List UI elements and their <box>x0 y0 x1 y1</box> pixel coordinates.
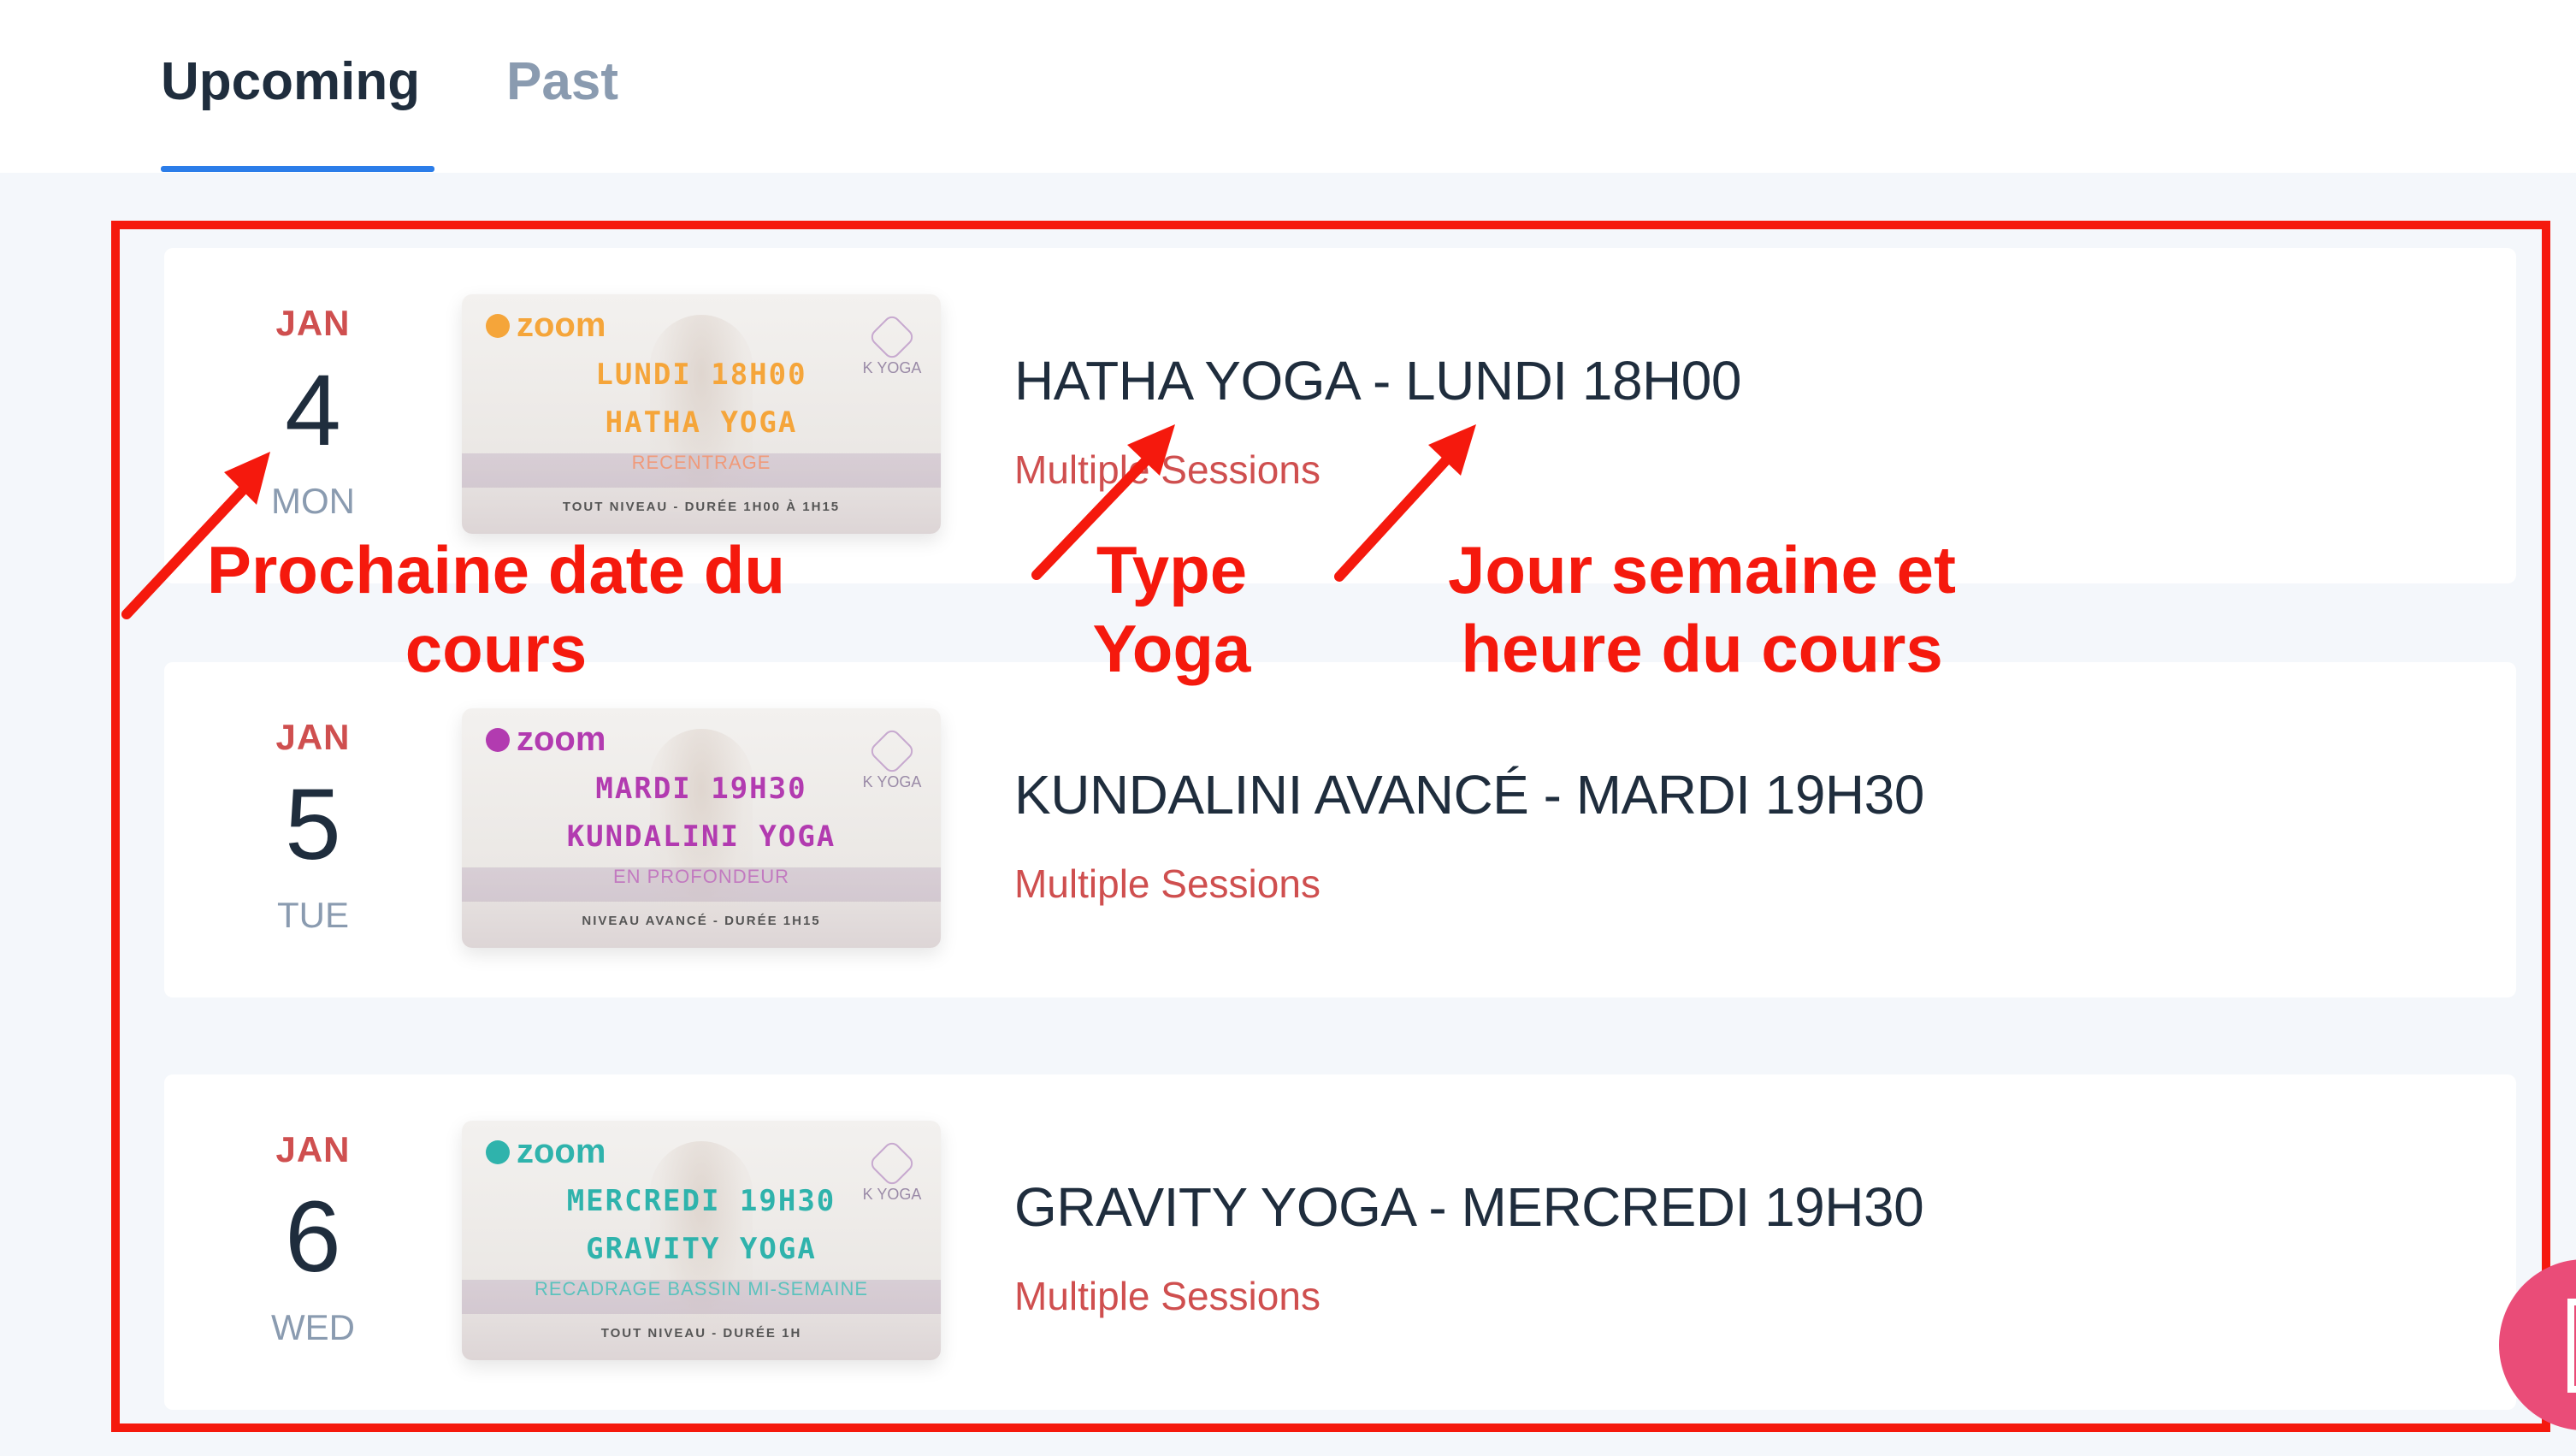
annotation-arrows <box>121 424 1476 619</box>
chat-glyph-icon <box>2567 1299 2576 1393</box>
